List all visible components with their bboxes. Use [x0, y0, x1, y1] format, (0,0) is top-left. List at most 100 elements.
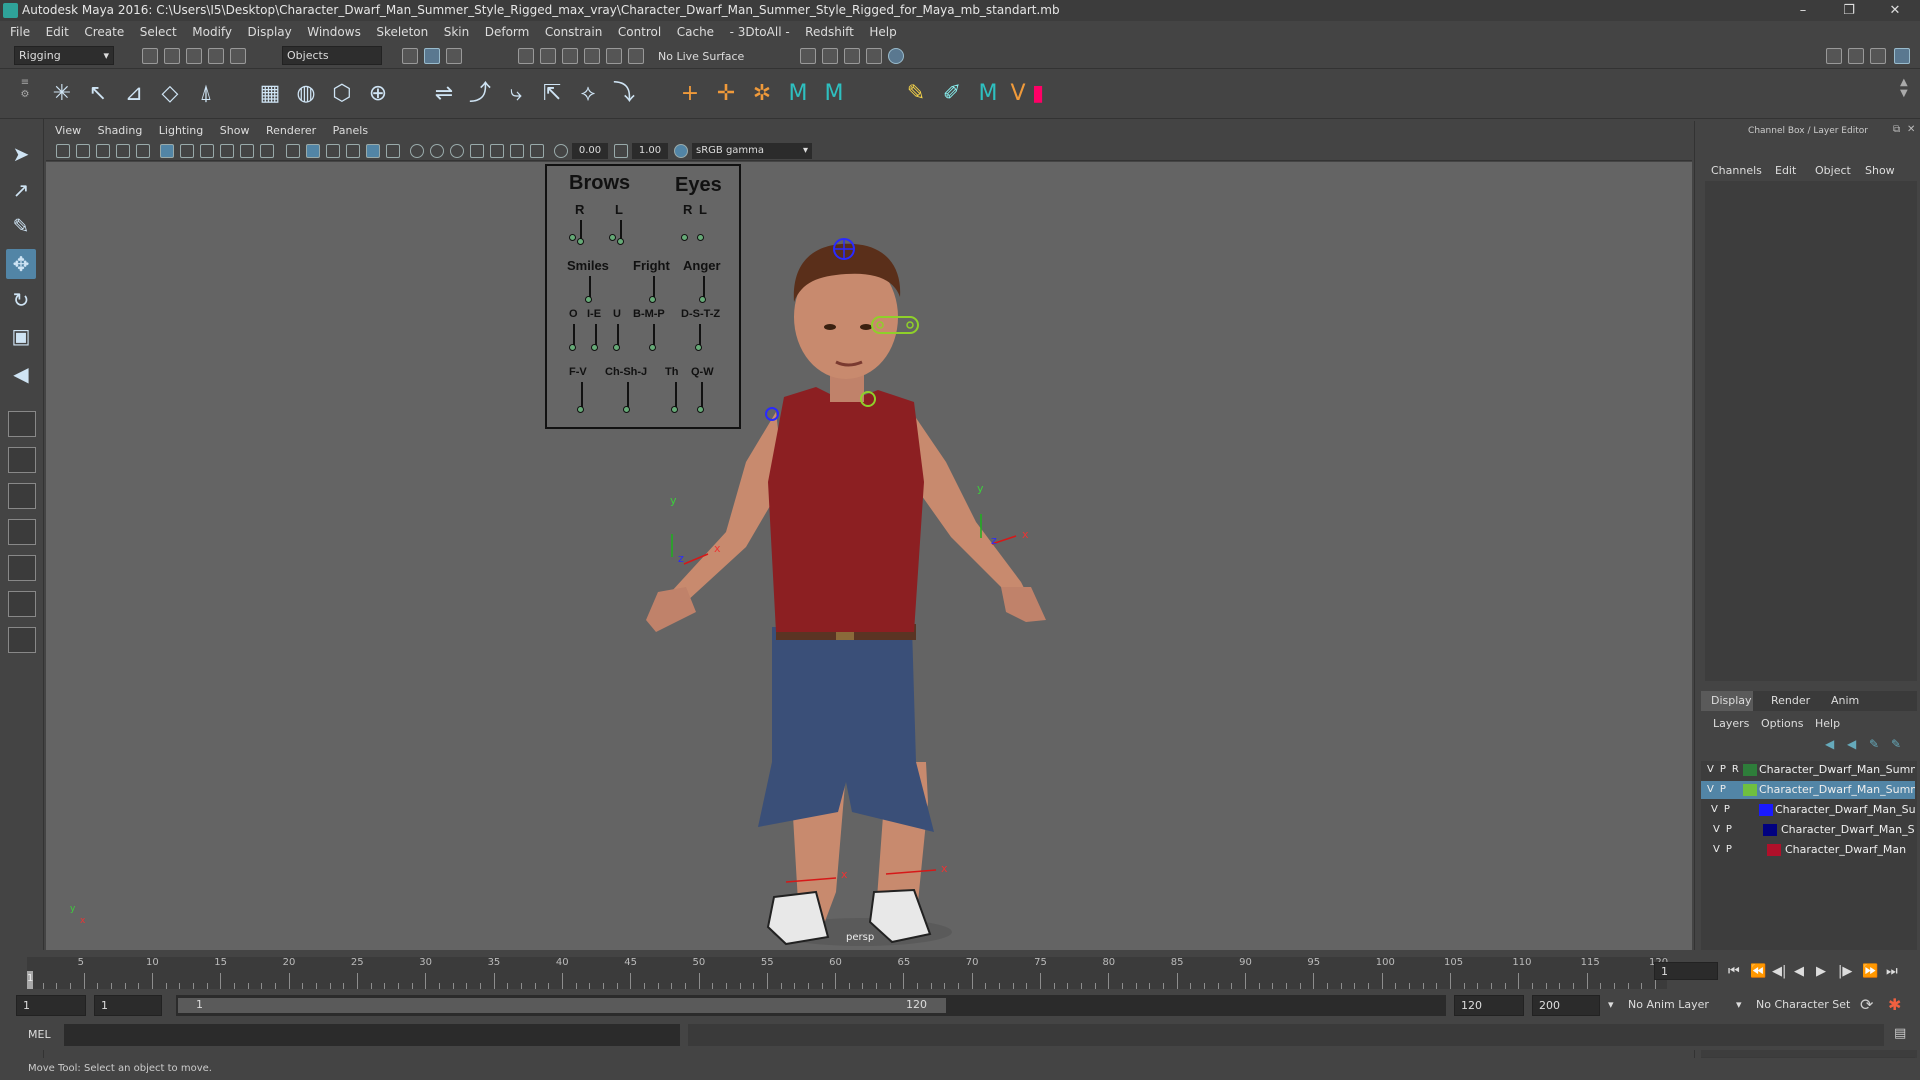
channel-list[interactable] [1705, 181, 1917, 681]
le-tab-render[interactable]: Render [1771, 694, 1810, 707]
modeling-toolkit-icon[interactable] [1826, 48, 1842, 64]
step-back-key-icon[interactable]: ⏪ [1750, 964, 1766, 979]
menu-skin[interactable]: Skin [444, 21, 470, 43]
layer-color-swatch[interactable] [1743, 764, 1757, 776]
menu-windows[interactable]: Windows [307, 21, 361, 43]
xray-joints-icon[interactable] [450, 144, 464, 158]
layer-row[interactable]: VPR Character_Dwarf_Man_Summ [1701, 761, 1915, 779]
step-back-frame-icon[interactable]: ◀| [1772, 964, 1786, 979]
step-forward-frame-icon[interactable]: |▶ [1838, 964, 1852, 979]
brow-l-out-control[interactable] [617, 238, 624, 245]
layer-row[interactable]: VP Character_Dwarf_Man_Summ [1701, 781, 1915, 799]
camera-select-icon[interactable] [56, 144, 70, 158]
vp-menu-panels[interactable]: Panels [333, 124, 368, 137]
menu-constrain[interactable]: Constrain [545, 21, 603, 43]
layer-row[interactable]: VP Character_Dwarf_Man_Su [1701, 801, 1915, 819]
field-chart-icon[interactable] [240, 144, 254, 158]
wireframe-icon[interactable] [286, 144, 300, 158]
camera-attributes-icon[interactable] [76, 144, 90, 158]
command-input[interactable] [64, 1024, 680, 1046]
le-tab-anim[interactable]: Anim [1831, 694, 1859, 707]
u-control[interactable] [613, 344, 620, 351]
end-time-field[interactable]: 120 [1454, 995, 1524, 1016]
auto-key-icon[interactable]: ⟳ [1860, 995, 1873, 1014]
fv-control[interactable] [577, 406, 584, 413]
select-tool-icon[interactable]: ➤ [6, 139, 36, 169]
anim-start-field[interactable]: 1 [94, 995, 162, 1016]
smooth-bind-icon[interactable]: ⇱ [538, 80, 566, 108]
menu-select[interactable]: Select [140, 21, 177, 43]
live-surface-label[interactable]: No Live Surface [658, 50, 744, 63]
range-slider-track[interactable]: 1 120 [176, 995, 1446, 1016]
human-ik-icon[interactable]: ⍋ [192, 80, 220, 108]
chshj-control[interactable] [623, 406, 630, 413]
cb-tab-object[interactable]: Object [1815, 164, 1851, 177]
image-plane-icon[interactable] [116, 144, 130, 158]
vp-menu-show[interactable]: Show [220, 124, 250, 137]
bookmark-icon[interactable] [96, 144, 110, 158]
gate-mask-icon[interactable] [220, 144, 234, 158]
paint-tool-icon[interactable]: ✐ [938, 80, 966, 108]
new-layer-icon[interactable]: ✎ [1869, 737, 1879, 751]
le-menu-options[interactable]: Options [1761, 717, 1803, 730]
layer-color-swatch[interactable] [1763, 824, 1777, 836]
select-component-icon[interactable] [446, 48, 462, 64]
menu-help[interactable]: Help [869, 21, 896, 43]
move-layer-up-icon[interactable]: ◀ [1825, 737, 1834, 751]
shelf-options-icon[interactable]: ≡ ⚙ [18, 77, 32, 111]
go-to-end-icon[interactable]: ⏭ [1886, 964, 1898, 979]
menu-3dtoall[interactable]: - 3DtoAll - [730, 21, 790, 43]
snap-grid-icon[interactable] [518, 48, 534, 64]
step-forward-key-icon[interactable]: ⏩ [1862, 964, 1878, 979]
lattice-icon[interactable]: ▦ [256, 80, 284, 108]
shelf-scroll-icon[interactable]: ▲ ▼ [1900, 77, 1908, 99]
play-backwards-icon[interactable]: ◀ [1794, 964, 1804, 979]
ik-spline-icon[interactable]: ⊿ [120, 80, 148, 108]
backface-culling-icon[interactable] [470, 144, 484, 158]
float-panel-icon[interactable]: ⧉ [1893, 124, 1900, 135]
render-frame-icon[interactable] [822, 48, 838, 64]
single-pane-layout-icon[interactable] [8, 411, 36, 437]
textured-icon[interactable] [326, 144, 340, 158]
menu-skeleton[interactable]: Skeleton [376, 21, 428, 43]
gamma-icon[interactable] [614, 144, 628, 158]
menu-redshift[interactable]: Redshift [805, 21, 854, 43]
redshift-mc-icon[interactable]: M [974, 80, 1002, 108]
redshift-mb-icon[interactable]: M [820, 80, 848, 108]
attribute-editor-icon[interactable] [1848, 48, 1864, 64]
move-tool-icon[interactable]: ✥ [6, 249, 36, 279]
menu-modify[interactable]: Modify [192, 21, 232, 43]
script-language-label[interactable]: MEL [28, 1028, 51, 1041]
scale-tool-icon[interactable]: ▣ [6, 321, 36, 351]
light-tool-icon[interactable]: ✎ [902, 80, 930, 108]
start-time-field[interactable]: 1 [16, 995, 86, 1016]
custom-layout-icon[interactable] [8, 627, 36, 653]
eye-l-blink-control[interactable] [697, 234, 704, 241]
cb-tab-channels[interactable]: Channels [1711, 164, 1762, 177]
script-editor-icon[interactable]: ▤ [1894, 1026, 1906, 1041]
minimize-button[interactable]: – [1782, 0, 1824, 21]
menu-file[interactable]: File [10, 21, 30, 43]
layer-color-swatch[interactable] [1767, 844, 1781, 856]
exposure-field[interactable]: 0.00 [572, 143, 608, 159]
play-forwards-icon[interactable]: ▶ [1816, 964, 1826, 979]
bmp-control[interactable] [649, 344, 656, 351]
new-scene-icon[interactable] [142, 48, 158, 64]
vp-menu-shading[interactable]: Shading [98, 124, 143, 137]
hud-icon[interactable] [490, 144, 504, 158]
layer-color-swatch[interactable] [1759, 804, 1773, 816]
close-button[interactable]: ✕ [1874, 0, 1916, 21]
remove-influence-icon[interactable]: ⤵ [610, 80, 638, 108]
brow-l-in-control[interactable] [609, 234, 616, 241]
menu-edit[interactable]: Edit [46, 21, 69, 43]
lasso-tool-icon[interactable]: ↗ [6, 175, 36, 205]
last-tool-icon[interactable]: ◀ [6, 359, 36, 389]
film-gate-icon[interactable] [180, 144, 194, 158]
use-lights-icon[interactable] [346, 144, 360, 158]
paint-weights-icon[interactable]: ⤷ [502, 80, 530, 108]
anim-layer-dropdown[interactable]: No Anim Layer [1628, 998, 1709, 1011]
le-menu-layers[interactable]: Layers [1713, 717, 1749, 730]
ipr-render-icon[interactable] [844, 48, 860, 64]
isolate-select-icon[interactable] [410, 144, 424, 158]
color-management-icon[interactable] [674, 144, 688, 158]
